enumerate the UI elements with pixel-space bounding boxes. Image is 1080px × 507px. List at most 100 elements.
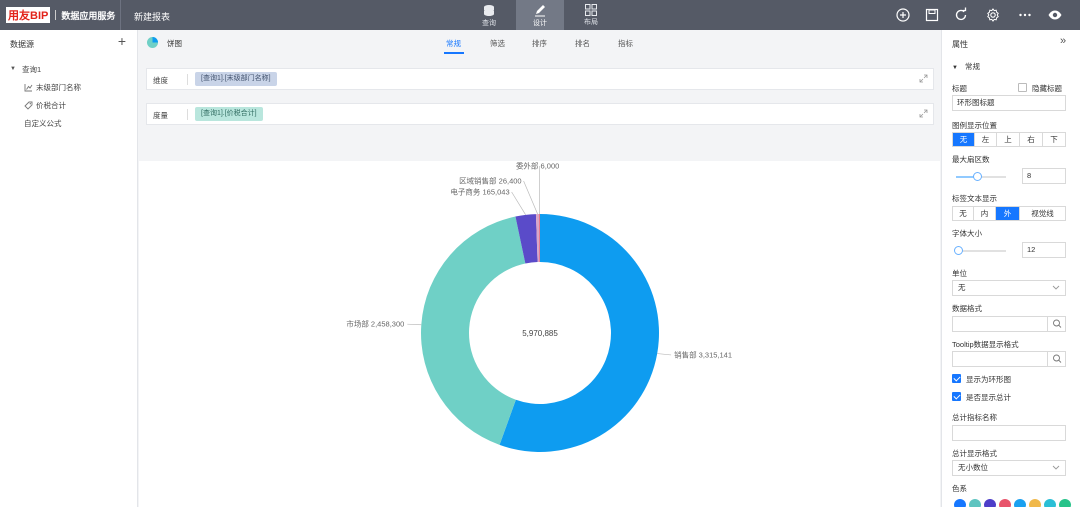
tree-field-measure[interactable]: 价税合计	[24, 99, 66, 111]
mode-tab-layout[interactable]: 布局	[567, 0, 615, 30]
palette-swatch[interactable]	[1059, 499, 1071, 507]
field-divider	[187, 109, 188, 120]
dimension-field-chip[interactable]: [查询1].[末级部门名称]	[195, 72, 277, 86]
expand-icon[interactable]	[919, 74, 928, 83]
panel-title: 数据源	[10, 40, 34, 49]
double-chevron-right-icon[interactable]: »	[1060, 35, 1066, 47]
label-display-inside[interactable]: 内	[974, 207, 996, 220]
label-display-label: 标签文本显示	[952, 194, 997, 203]
custom-formula-item[interactable]: 自定义公式	[24, 117, 62, 129]
mode-tab-query[interactable]: 查询	[465, 0, 513, 30]
database-icon	[484, 5, 494, 16]
palette-swatch[interactable]	[1044, 499, 1056, 507]
report-title[interactable]: 新建报表	[134, 10, 170, 23]
show-total-checkbox[interactable]	[952, 392, 961, 401]
brand[interactable]: 用友BIP 数据应用服务	[6, 7, 116, 23]
tooltip-format-search-button[interactable]	[1047, 352, 1065, 366]
title-input[interactable]: 环形图标题	[952, 95, 1066, 111]
custom-formula-label: 自定义公式	[24, 118, 62, 128]
donut-slice[interactable]	[421, 216, 526, 445]
properties-panel: 属性 » ▼ 常规 标题 隐藏标题 环形图标题 图例显示位置 无 左 上 右 下 …	[941, 30, 1080, 507]
slider-handle[interactable]	[954, 246, 963, 255]
field-divider	[187, 74, 188, 85]
add-data-source-button[interactable]: +	[116, 34, 128, 48]
more-icon[interactable]	[1017, 7, 1033, 23]
palette-swatch[interactable]	[984, 499, 996, 507]
unit-select[interactable]: 无	[952, 280, 1066, 296]
mode-tab-design[interactable]: 设计	[516, 0, 564, 30]
brand-divider	[55, 10, 57, 20]
section-label: 常规	[964, 62, 980, 71]
label-display-outside[interactable]: 外	[996, 207, 1020, 220]
max-sectors-slider[interactable]	[956, 172, 1006, 181]
palette-swatch[interactable]	[954, 499, 966, 507]
total-format-select[interactable]: 无小数位	[952, 460, 1066, 476]
total-name-input[interactable]	[952, 425, 1066, 441]
palette-swatch[interactable]	[1029, 499, 1041, 507]
dimension-dropzone[interactable]: 维度 [查询1].[末级部门名称]	[146, 68, 934, 90]
total-format-label: 总计显示格式	[952, 449, 997, 458]
chevron-down-icon	[1052, 285, 1060, 290]
palette-swatch[interactable]	[969, 499, 981, 507]
mode-tab-label: 设计	[533, 20, 547, 27]
legend-position-label: 图例显示位置	[952, 121, 997, 130]
palette-label: 色系	[952, 484, 967, 493]
caret-down-icon[interactable]: ▼	[10, 66, 16, 72]
mode-tab-label: 布局	[584, 19, 598, 26]
data-format-input[interactable]	[952, 316, 1066, 332]
measure-tag-icon	[24, 101, 33, 110]
legend-position-none[interactable]: 无	[953, 133, 975, 146]
font-size-input[interactable]: 12	[1022, 242, 1066, 258]
tree-field-label: 价税合计	[36, 100, 66, 110]
font-size-label: 字体大小	[952, 229, 982, 238]
expand-icon[interactable]	[919, 109, 928, 118]
tab-rank[interactable]: 排名	[575, 38, 590, 49]
data-format-label: 数据格式	[952, 304, 982, 313]
refresh-icon[interactable]	[953, 7, 969, 23]
measure-field-chip[interactable]: [查询1].[价税合计]	[195, 107, 263, 121]
title-label: 标题	[952, 84, 967, 93]
top-bar: 用友BIP 数据应用服务 新建报表 查询 设计 布局	[0, 0, 1080, 30]
brand-name: 数据应用服务	[61, 10, 116, 21]
brand-logo: 用友BIP	[6, 7, 51, 23]
settings-icon[interactable]	[985, 7, 1001, 23]
tree-field-label: 末级部门名称	[36, 82, 81, 92]
dimension-label: 维度	[153, 76, 168, 85]
data-source-panel: 数据源 + ▼ 查询1 末级部门名称 价税合计 自定义公式	[0, 30, 138, 507]
chart-area: 销售部 3,315,141 市场部 2,458,300 电子商务 165,043 区域…	[139, 161, 940, 507]
legend-position-bottom[interactable]: 下	[1043, 133, 1065, 146]
slice-data-label: 电子商务 165,043	[450, 187, 509, 197]
tooltip-format-input[interactable]	[952, 351, 1066, 367]
section-general[interactable]: ▼ 常规	[952, 61, 980, 72]
max-sectors-input[interactable]: 8	[1022, 168, 1066, 184]
tab-general[interactable]: 常规	[446, 38, 461, 49]
chart-type-label: 饼图	[167, 39, 182, 48]
label-display-none[interactable]: 无	[953, 207, 974, 220]
tab-filter[interactable]: 筛选	[490, 38, 505, 49]
font-size-slider[interactable]	[954, 246, 1006, 255]
preview-eye-icon[interactable]	[1047, 7, 1063, 23]
label-display-group: 无 内 外 视觉线	[952, 206, 1066, 221]
max-sectors-label: 最大扇区数	[952, 155, 990, 164]
palette-swatch[interactable]	[999, 499, 1011, 507]
add-circle-icon[interactable]	[895, 7, 911, 23]
tree-field-dimension[interactable]: 末级部门名称	[24, 81, 81, 93]
tab-sort[interactable]: 排序	[532, 38, 547, 49]
legend-position-left[interactable]: 左	[975, 133, 997, 146]
save-icon[interactable]	[924, 7, 940, 23]
label-display-visual-line[interactable]: 视觉线	[1020, 207, 1065, 220]
measure-dropzone[interactable]: 度量 [查询1].[价税合计]	[146, 103, 934, 125]
total-name-label: 总计指标名称	[952, 413, 997, 422]
tree-node-query[interactable]: ▼ 查询1	[10, 63, 41, 75]
palette-swatch[interactable]	[1014, 499, 1026, 507]
tab-metric[interactable]: 指标	[618, 38, 633, 49]
data-format-search-button[interactable]	[1047, 317, 1065, 331]
unit-label: 单位	[952, 269, 967, 278]
hide-title-checkbox[interactable]	[1018, 83, 1027, 92]
show-ring-checkbox[interactable]	[952, 374, 961, 383]
legend-position-group: 无 左 上 右 下	[952, 132, 1066, 147]
legend-position-top[interactable]: 上	[997, 133, 1020, 146]
legend-position-right[interactable]: 右	[1020, 133, 1043, 146]
label-leader-line	[523, 180, 538, 215]
slider-handle[interactable]	[972, 172, 982, 181]
